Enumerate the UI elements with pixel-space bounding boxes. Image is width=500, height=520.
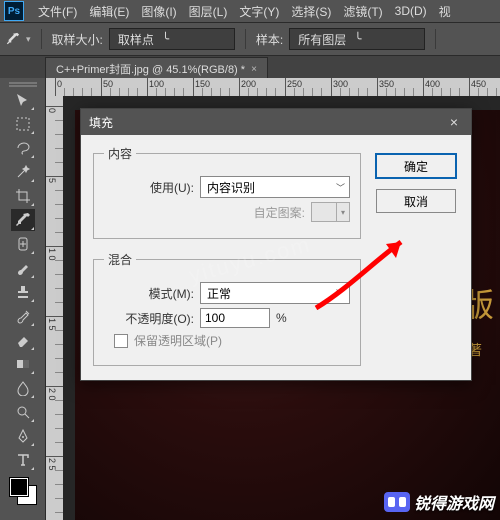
chevron-down-icon: ▾ <box>337 202 350 222</box>
dodge-tool[interactable] <box>11 401 35 423</box>
use-select[interactable]: 内容识别 ﹀ <box>200 176 350 198</box>
cancel-button[interactable]: 取消 <box>376 189 456 213</box>
app-icon: Ps <box>4 1 24 21</box>
eyedropper-icon <box>6 32 20 46</box>
fill-dialog: 填充 × 内容 使用(U): 内容识别 ﹀ 自定图案: <box>80 108 472 381</box>
blur-tool-icon <box>15 380 31 396</box>
use-value: 内容识别 <box>207 179 255 196</box>
document-tab[interactable]: C++Primer封面.jpg @ 45.1%(RGB/8) * × <box>45 57 268 80</box>
document-tab-label: C++Primer封面.jpg @ 45.1%(RGB/8) * <box>56 61 245 77</box>
close-tab-icon[interactable]: × <box>251 64 257 75</box>
dialog-close-icon[interactable]: × <box>445 114 463 130</box>
sample-size-value: 取样点 <box>118 31 154 48</box>
content-group: 内容 使用(U): 内容识别 ﹀ 自定图案: ▾ <box>93 145 361 239</box>
custom-pattern-label: 自定图案: <box>104 204 305 221</box>
mode-select[interactable]: 正常 ﹀ <box>200 282 350 304</box>
healing-brush-tool[interactable] <box>11 233 35 255</box>
content-group-legend: 内容 <box>104 145 136 162</box>
opacity-unit: % <box>276 311 287 325</box>
magic-wand-tool[interactable] <box>11 161 35 183</box>
history-brush-tool[interactable] <box>11 305 35 327</box>
sample-label: 样本: <box>256 31 283 48</box>
dodge-tool-icon <box>15 404 31 420</box>
preserve-transparency-label: 保留透明区域(P) <box>134 332 222 349</box>
brush-tool-icon <box>15 260 31 276</box>
brand-logo-icon <box>384 492 410 512</box>
marquee-tool-icon <box>15 116 31 132</box>
magic-wand-tool-icon <box>15 164 31 180</box>
sample-select[interactable]: 所有图层 ╰ <box>289 28 425 50</box>
sample-size-select[interactable]: 取样点 ╰ <box>109 28 235 50</box>
opacity-input[interactable]: 100 <box>200 308 270 328</box>
move-tool-icon <box>15 92 31 108</box>
mode-label: 模式(M): <box>104 285 194 302</box>
menu-image[interactable]: 图像(I) <box>135 3 182 20</box>
type-tool-icon <box>15 452 31 468</box>
brand-badge: 锐得游戏网 <box>384 490 494 514</box>
menu-layer[interactable]: 图层(L) <box>183 3 234 20</box>
ok-button[interactable]: 确定 <box>375 153 457 179</box>
chevron-down-icon: ﹀ <box>336 287 345 300</box>
eraser-tool-icon <box>15 332 31 348</box>
blur-tool[interactable] <box>11 377 35 399</box>
chevron-down-icon: ╰ <box>354 32 361 46</box>
history-brush-tool-icon <box>15 308 31 324</box>
sample-value: 所有图层 <box>298 31 346 48</box>
pattern-preview <box>311 202 337 222</box>
menu-3d[interactable]: 3D(D) <box>389 4 433 18</box>
sample-size-label: 取样大小: <box>52 31 103 48</box>
menu-type[interactable]: 文字(Y) <box>233 3 285 20</box>
stamp-tool-icon <box>15 284 31 300</box>
use-label: 使用(U): <box>104 179 194 196</box>
dialog-titlebar[interactable]: 填充 × <box>81 109 471 135</box>
menu-file[interactable]: 文件(F) <box>32 3 83 20</box>
crop-tool-icon <box>15 188 31 204</box>
brush-tool[interactable] <box>11 257 35 279</box>
menu-bar: Ps 文件(F) 编辑(E) 图像(I) 图层(L) 文字(Y) 选择(S) 滤… <box>0 0 500 23</box>
lasso-tool-icon <box>15 140 31 156</box>
blend-group: 混合 模式(M): 正常 ﹀ 不透明度(O): 100 % <box>93 251 361 366</box>
menu-view[interactable]: 视 <box>433 3 457 20</box>
tool-dock <box>0 78 46 520</box>
ruler-horizontal[interactable]: 050100150200250300350400450 <box>45 78 500 97</box>
move-tool[interactable] <box>11 89 35 111</box>
brand-text: 锐得游戏网 <box>414 490 494 514</box>
menu-edit[interactable]: 编辑(E) <box>83 3 135 20</box>
pen-tool[interactable] <box>11 425 35 447</box>
menu-select[interactable]: 选择(S) <box>285 3 337 20</box>
blend-group-legend: 混合 <box>104 251 136 268</box>
color-swatches[interactable] <box>10 478 36 504</box>
separator <box>435 29 436 49</box>
dialog-body: 内容 使用(U): 内容识别 ﹀ 自定图案: ▾ <box>81 135 471 380</box>
menu-filter[interactable]: 滤镜(T) <box>337 3 388 20</box>
chevron-down-icon: ﹀ <box>336 181 345 194</box>
preserve-transparency-checkbox[interactable] <box>114 334 128 348</box>
gradient-tool-icon <box>15 356 31 372</box>
stamp-tool[interactable] <box>11 281 35 303</box>
chevron-down-icon[interactable]: ▾ <box>26 34 31 45</box>
pen-tool-icon <box>15 428 31 444</box>
dock-handle-icon[interactable] <box>0 78 45 88</box>
eyedropper-tool-icon <box>15 212 31 228</box>
options-bar: ▾ 取样大小: 取样点 ╰ 样本: 所有图层 ╰ <box>0 23 500 56</box>
type-tool[interactable] <box>11 449 35 471</box>
ruler-vertical[interactable]: 051 01 52 02 5 <box>45 96 64 520</box>
eyedropper-tool[interactable] <box>11 209 35 231</box>
foreground-color-swatch[interactable] <box>10 478 28 496</box>
custom-pattern-swatch: ▾ <box>311 202 350 222</box>
lasso-tool[interactable] <box>11 137 35 159</box>
separator <box>245 29 246 49</box>
chevron-down-icon: ╰ <box>162 32 169 46</box>
photoshop-window: Ps 文件(F) 编辑(E) 图像(I) 图层(L) 文字(Y) 选择(S) 滤… <box>0 0 500 520</box>
eraser-tool[interactable] <box>11 329 35 351</box>
dialog-title: 填充 <box>89 114 113 131</box>
opacity-label: 不透明度(O): <box>104 310 194 327</box>
marquee-tool[interactable] <box>11 113 35 135</box>
healing-brush-tool-icon <box>15 236 31 252</box>
crop-tool[interactable] <box>11 185 35 207</box>
gradient-tool[interactable] <box>11 353 35 375</box>
mode-value: 正常 <box>207 285 231 302</box>
separator <box>41 29 42 49</box>
